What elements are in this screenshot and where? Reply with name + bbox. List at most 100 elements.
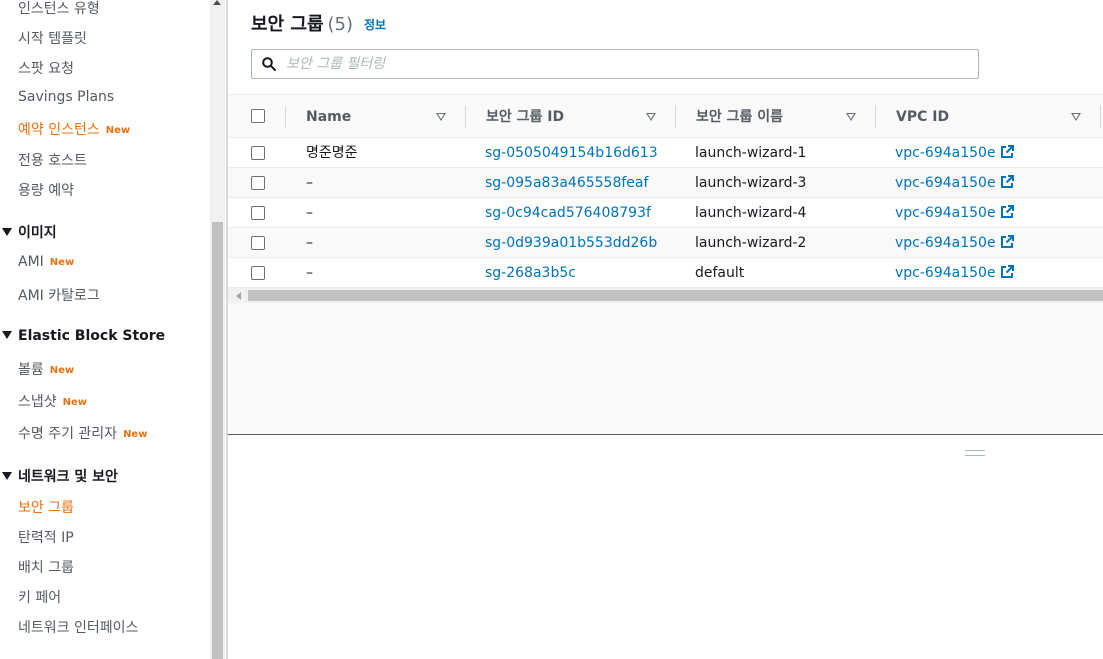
- table-row[interactable]: – sg-0c94cad576408793f launch-wizard-4 v…: [228, 198, 1103, 228]
- cell-sg-id-link[interactable]: sg-0d939a01b553dd26b: [485, 228, 657, 258]
- new-badge: New: [62, 397, 88, 408]
- table-horizontal-scrollbar[interactable]: [228, 288, 1103, 303]
- cell-sg-name: launch-wizard-1: [695, 145, 807, 161]
- row-checkbox[interactable]: [251, 236, 265, 250]
- page-title: 보안 그룹 (5): [251, 10, 353, 36]
- new-badge: New: [123, 429, 148, 440]
- column-separator: [875, 106, 876, 128]
- caret-down-icon: [2, 228, 12, 236]
- sidebar-item-key-pairs[interactable]: 키 페어: [18, 587, 61, 607]
- sidebar-item-label: 보안 그룹: [18, 500, 74, 516]
- row-checkbox[interactable]: [251, 206, 265, 220]
- cell-sg-name: default: [695, 265, 745, 281]
- caret-down-icon: [2, 472, 12, 480]
- sidebar-item-instance-types[interactable]: 인스턴스 유형: [18, 0, 100, 18]
- sidebar-scrollbar-thumb[interactable]: [212, 222, 223, 659]
- split-panel-divider: [228, 434, 1103, 435]
- sort-caret-icon[interactable]: [646, 113, 656, 121]
- security-groups-table: Name 보안 그룹 ID 보안 그룹 이름 VPC ID 명준명준 sg-05…: [228, 94, 1103, 434]
- sidebar-item-label: Savings Plans: [18, 89, 115, 105]
- sidebar-item-label: 키 페어: [18, 590, 62, 606]
- sidebar-item-security-groups[interactable]: 보안 그룹: [18, 497, 74, 517]
- sidebar-item-ami-catalog[interactable]: AMI 카탈로그: [18, 285, 100, 305]
- external-link-icon: [1000, 235, 1014, 248]
- sidebar-item-reserved-instances[interactable]: 예약 인스턴스 New: [18, 119, 130, 139]
- vpc-id-text: vpc-694a150e: [895, 175, 996, 191]
- sidebar-item-launch-templates[interactable]: 시작 템플릿: [18, 28, 87, 48]
- search-input[interactable]: [286, 54, 966, 74]
- sidebar-item-dedicated-hosts[interactable]: 전용 호스트: [18, 150, 87, 170]
- vpc-id-text: vpc-694a150e: [895, 205, 996, 221]
- vpc-id-text: vpc-694a150e: [895, 145, 996, 161]
- sidebar-item-label: 탄력적 IP: [18, 530, 74, 546]
- sort-caret-icon[interactable]: [846, 113, 856, 121]
- sidebar-item-capacity-reservations[interactable]: 용량 예약: [18, 180, 74, 200]
- sidebar-item-label: AMI: [18, 254, 44, 270]
- column-header-name[interactable]: Name: [306, 95, 351, 139]
- sidebar-item-elastic-ips[interactable]: 탄력적 IP: [18, 527, 74, 547]
- horizontal-scrollbar-thumb[interactable]: [248, 290, 1103, 301]
- cell-vpc-id-link[interactable]: vpc-694a150e: [895, 198, 1014, 228]
- cell-sg-id-link[interactable]: sg-268a3b5c: [485, 258, 576, 288]
- sidebar-item-savings-plans[interactable]: Savings Plans: [18, 89, 114, 105]
- vpc-id-text: vpc-694a150e: [895, 235, 996, 251]
- cell-sg-id-link[interactable]: sg-095a83a465558feaf: [485, 168, 648, 198]
- external-link-icon: [1000, 175, 1014, 188]
- sidebar-section-title: 네트워크 및 보안: [18, 469, 118, 485]
- cell-vpc-id-link[interactable]: vpc-694a150e: [895, 168, 1014, 198]
- sidebar-item-lifecycle-manager[interactable]: 수명 주기 관리자 New: [18, 423, 147, 443]
- sidebar-section-images[interactable]: 이미지: [0, 222, 57, 242]
- sidebar-section-title: Elastic Block Store: [18, 328, 166, 344]
- external-link-icon: [1000, 205, 1014, 218]
- vpc-id-text: vpc-694a150e: [895, 265, 996, 281]
- main-content: 보안 그룹(5) 정보 Name 보안 그룹 ID 보안 그룹 이름: [228, 0, 1103, 659]
- select-all-checkbox[interactable]: [251, 109, 265, 123]
- sidebar-section-network-security[interactable]: 네트워크 및 보안: [0, 466, 118, 486]
- sidebar-item-label: 예약 인스턴스: [18, 122, 100, 138]
- scroll-left-arrow-icon[interactable]: [236, 292, 241, 300]
- scroll-up-arrow-icon[interactable]: [213, 0, 221, 5]
- sidebar-item-label: 전용 호스트: [18, 153, 87, 169]
- external-link-icon: [1000, 265, 1014, 278]
- table-row[interactable]: – sg-0d939a01b553dd26b launch-wizard-2 v…: [228, 228, 1103, 258]
- table-header: Name 보안 그룹 ID 보안 그룹 이름 VPC ID: [228, 94, 1103, 138]
- sidebar-item-label: 네트워크 인터페이스: [18, 620, 139, 636]
- table-row[interactable]: – sg-268a3b5c default vpc-694a150e: [228, 258, 1103, 288]
- sidebar-item-ami[interactable]: AMI New: [18, 254, 74, 270]
- row-checkbox[interactable]: [251, 146, 265, 160]
- cell-name: –: [306, 175, 313, 191]
- info-link[interactable]: 정보: [364, 16, 386, 33]
- cell-vpc-id-link[interactable]: vpc-694a150e: [895, 138, 1014, 168]
- sidebar-item-volumes[interactable]: 볼륨 New: [18, 359, 74, 379]
- sidebar-item-spot-requests[interactable]: 스팟 요청: [18, 58, 74, 78]
- external-link-icon: [1000, 145, 1014, 158]
- split-panel-resize-handle[interactable]: [965, 450, 985, 456]
- cell-sg-id-link[interactable]: sg-0505049154b16d613: [485, 138, 658, 168]
- sort-caret-icon[interactable]: [436, 113, 446, 121]
- sidebar-item-network-interfaces[interactable]: 네트워크 인터페이스: [18, 617, 138, 637]
- cell-vpc-id-link[interactable]: vpc-694a150e: [895, 258, 1014, 288]
- cell-sg-name: launch-wizard-2: [695, 235, 807, 251]
- cell-name: –: [306, 235, 313, 251]
- search-box[interactable]: [251, 49, 979, 79]
- cell-name: –: [306, 265, 313, 281]
- cell-sg-name: launch-wizard-4: [695, 205, 807, 221]
- search-icon: [262, 57, 276, 71]
- row-checkbox[interactable]: [251, 266, 265, 280]
- cell-sg-id-link[interactable]: sg-0c94cad576408793f: [485, 198, 651, 228]
- column-separator: [285, 106, 286, 128]
- column-header-vpc-id[interactable]: VPC ID: [896, 95, 949, 139]
- sort-caret-icon[interactable]: [1071, 113, 1081, 121]
- column-header-sg-id[interactable]: 보안 그룹 ID: [486, 95, 564, 139]
- table-row[interactable]: – sg-095a83a465558feaf launch-wizard-3 v…: [228, 168, 1103, 198]
- sidebar-item-placement-groups[interactable]: 배치 그룹: [18, 557, 74, 577]
- new-badge: New: [49, 257, 75, 268]
- sidebar-item-label: 스팟 요청: [18, 61, 74, 77]
- sidebar-section-ebs[interactable]: Elastic Block Store: [0, 328, 165, 344]
- row-checkbox[interactable]: [251, 176, 265, 190]
- sidebar-item-snapshots[interactable]: 스냅샷 New: [18, 391, 87, 411]
- item-count: (5): [327, 14, 354, 35]
- cell-vpc-id-link[interactable]: vpc-694a150e: [895, 228, 1014, 258]
- table-row[interactable]: 명준명준 sg-0505049154b16d613 launch-wizard-…: [228, 138, 1103, 168]
- column-header-sg-name[interactable]: 보안 그룹 이름: [696, 95, 783, 139]
